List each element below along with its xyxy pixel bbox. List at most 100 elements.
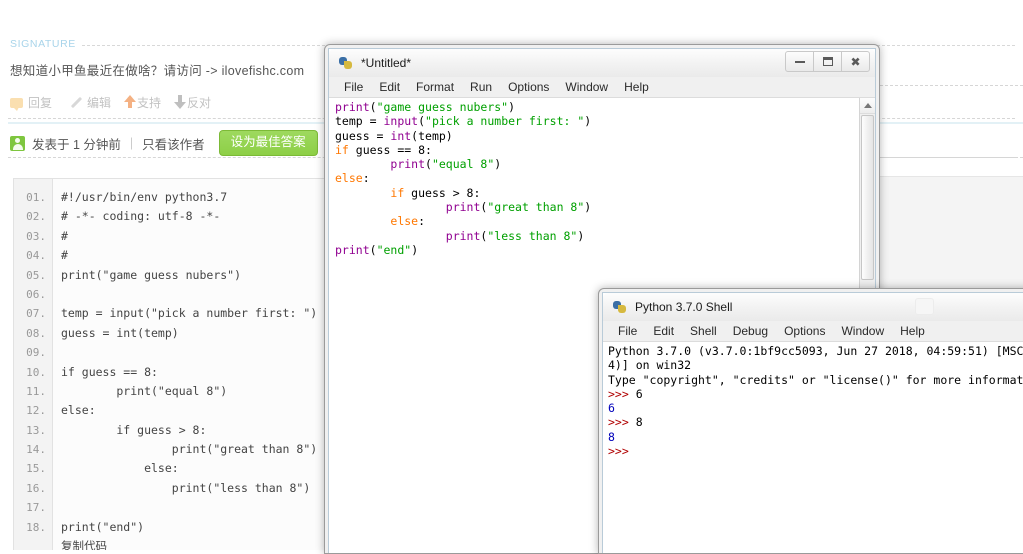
code-line-number: 13. bbox=[26, 423, 46, 437]
python-shell-window-inner: Python 3.7.0 Shell File Edit Shell Debug Opt… bbox=[602, 292, 1023, 553]
gutter-spacer bbox=[14, 537, 52, 550]
action-reply[interactable]: 回复 bbox=[10, 94, 52, 111]
code-line-number: 03. bbox=[26, 229, 46, 243]
shell-titlebar[interactable]: Python 3.7.0 Shell bbox=[603, 293, 1023, 321]
editor-code-line: temp = input("pick a number first: ") bbox=[335, 114, 592, 129]
copy-code-link[interactable]: 复制代码 bbox=[61, 537, 357, 550]
editor-code-line: print("less than 8") bbox=[445, 228, 585, 243]
shell-output-line: Python 3.7.0 (v3.7.0:1bf9cc5093, Jun 27 … bbox=[608, 344, 1023, 358]
editor-menu-format[interactable]: Format bbox=[408, 78, 462, 96]
code-line-number: 18. bbox=[26, 520, 46, 534]
code-line-number: 08. bbox=[26, 326, 46, 340]
set-best-answer-button[interactable]: 设为最佳答案 bbox=[218, 130, 318, 156]
editor-menu-edit[interactable]: Edit bbox=[371, 78, 408, 96]
editor-code-line: if guess > 8: bbox=[390, 185, 481, 200]
code-line-number: 15. bbox=[26, 462, 46, 476]
code-line-number: 05. bbox=[26, 268, 46, 282]
shell-output-line: 6 bbox=[608, 401, 615, 416]
code-line: print("less than 8") bbox=[61, 480, 311, 495]
shell-output-line: Type "copyright", "credits" or "license(… bbox=[608, 372, 1023, 387]
signature-label: SIGNATURE bbox=[10, 38, 76, 50]
code-line: else: bbox=[61, 461, 179, 476]
action-oppose[interactable]: 反对 bbox=[174, 94, 212, 111]
code-line: if guess == 8: bbox=[61, 364, 158, 379]
shell-output-line: 8 bbox=[608, 429, 615, 444]
speech-bubble-icon bbox=[10, 97, 23, 111]
shell-window-title: Python 3.7.0 Shell bbox=[635, 300, 733, 314]
code-line-number: 16. bbox=[26, 481, 46, 495]
shell-menu-shell[interactable]: Shell bbox=[682, 322, 725, 340]
code-line: # -*- coding: utf-8 -*- bbox=[61, 209, 221, 224]
code-line-number: 04. bbox=[26, 249, 46, 263]
close-icon[interactable]: ✖ bbox=[841, 51, 870, 72]
scrollbar-thumb[interactable] bbox=[861, 115, 874, 280]
shell-menubar[interactable]: File Edit Shell Debug Options Window Help bbox=[603, 321, 1023, 342]
post-action-row: 回复 编辑 支持 反对 bbox=[10, 94, 228, 111]
editor-code-line: print("game guess nubers") bbox=[335, 100, 516, 114]
code-line: print("game guess nubers") bbox=[61, 267, 242, 282]
editor-menu-window[interactable]: Window bbox=[557, 78, 616, 96]
post-meta-row: 发表于 1 分钟前 | 只看该作者 设为最佳答案 bbox=[10, 130, 318, 156]
code-line-number: 12. bbox=[26, 404, 46, 418]
action-oppose-label: 反对 bbox=[187, 96, 212, 110]
code-line-number: 01. bbox=[26, 191, 46, 204]
shell-menu-debug[interactable]: Debug bbox=[725, 322, 776, 340]
code-line-number: 14. bbox=[26, 443, 46, 457]
editor-window-title: *Untitled* bbox=[361, 56, 412, 70]
editor-code-line: print("equal 8") bbox=[390, 157, 502, 172]
python-shell-window[interactable]: Python 3.7.0 Shell File Edit Shell Debug Opt… bbox=[598, 288, 1023, 554]
editor-code-line: else: bbox=[335, 171, 370, 186]
shell-menu-options[interactable]: Options bbox=[776, 322, 833, 340]
shell-output-area[interactable]: Python 3.7.0 (v3.7.0:1bf9cc5093, Jun 27 … bbox=[603, 342, 1023, 553]
shell-menu-window[interactable]: Window bbox=[833, 322, 892, 340]
maximize-icon[interactable] bbox=[813, 51, 842, 72]
only-author-link[interactable]: 只看该作者 bbox=[142, 134, 205, 153]
python-idle-icon bbox=[612, 299, 628, 315]
editor-code-line: print("end") bbox=[335, 242, 419, 257]
editor-code-line: guess = int(temp) bbox=[335, 128, 453, 143]
post-time: 发表于 1 分钟前 bbox=[32, 137, 121, 152]
code-line: # bbox=[61, 228, 68, 243]
python-idle-icon bbox=[338, 55, 354, 71]
meta-separator: | bbox=[129, 136, 134, 150]
shell-output-line: >>> 6 bbox=[608, 386, 643, 401]
user-avatar-icon bbox=[10, 135, 25, 151]
code-line: if guess > 8: bbox=[61, 422, 207, 437]
signature-text: 想知道小甲鱼最近在做啥？请访问 -> ilovefishc.com bbox=[10, 64, 305, 78]
forum-code-block: 01. 02. 03. 04. 05. 06. 07. 08. 09. 10. 11. 12. 13. 1… bbox=[13, 178, 358, 550]
editor-menubar[interactable]: File Edit Format Run Options Window Help bbox=[329, 77, 875, 98]
pencil-icon bbox=[69, 96, 82, 109]
code-line-number: 11. bbox=[26, 384, 46, 398]
editor-menu-file[interactable]: File bbox=[336, 78, 371, 96]
editor-code-line: if guess == 8: bbox=[335, 142, 432, 157]
editor-menu-run[interactable]: Run bbox=[462, 78, 500, 96]
editor-code-line: else: bbox=[390, 214, 426, 229]
shell-menu-edit[interactable]: Edit bbox=[645, 322, 682, 340]
code-line-number: 10. bbox=[26, 365, 46, 379]
code-line: #!/usr/bin/env python3.7 bbox=[61, 190, 228, 204]
action-support[interactable]: 支持 bbox=[124, 94, 161, 111]
code-line: guess = int(temp) bbox=[61, 325, 179, 340]
editor-code-line: print("great than 8") bbox=[445, 200, 592, 215]
shell-output-line: >>> bbox=[608, 444, 629, 459]
editor-menu-options[interactable]: Options bbox=[500, 78, 557, 96]
editor-titlebar[interactable]: *Untitled* ✖ bbox=[329, 49, 875, 77]
code-line: else: bbox=[61, 403, 96, 418]
code-line: print("end") bbox=[61, 519, 145, 534]
editor-menu-help[interactable]: Help bbox=[616, 78, 657, 96]
code-line: temp = input("pick a number first: ") bbox=[61, 306, 318, 321]
shell-menu-help[interactable]: Help bbox=[892, 322, 933, 340]
action-edit[interactable]: 编辑 bbox=[69, 94, 111, 111]
action-reply-label: 回复 bbox=[28, 96, 53, 110]
scroll-up-icon[interactable] bbox=[860, 98, 875, 114]
minimize-icon[interactable] bbox=[785, 51, 814, 72]
code-line: print("equal 8") bbox=[61, 383, 228, 398]
code-line-number: 17. bbox=[26, 501, 46, 515]
code-line-number: 07. bbox=[26, 307, 46, 321]
shell-window-button[interactable] bbox=[915, 298, 934, 315]
shell-menu-file[interactable]: File bbox=[610, 322, 645, 340]
code-line: print("great than 8") bbox=[61, 442, 318, 457]
action-edit-label: 编辑 bbox=[87, 96, 112, 110]
